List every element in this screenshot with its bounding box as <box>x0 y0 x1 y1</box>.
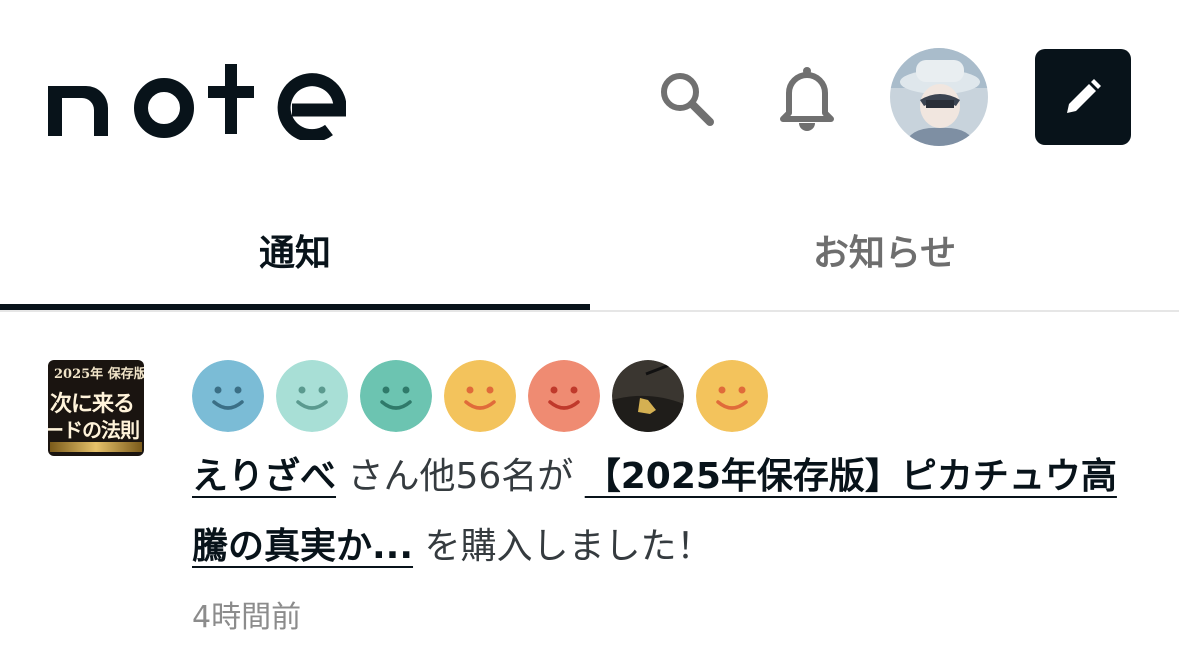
message-middle-text: さん他56名が <box>336 456 585 497</box>
tab-announcements-label: お知らせ <box>812 233 957 274</box>
thumbnail-band <box>50 442 142 452</box>
notification-timestamp: 4時間前 <box>192 600 302 635</box>
reactor-avatar[interactable] <box>276 360 348 432</box>
search-icon <box>661 73 714 126</box>
user-avatar[interactable] <box>890 48 988 146</box>
message-end-text: を購入しました！ <box>413 526 713 567</box>
notification-button[interactable] <box>774 62 840 134</box>
notification-item[interactable]: 2025年 保存版 次に来る ードの法則 えりざべ さん他56名が 【2025年… <box>0 312 1179 671</box>
pencil-icon <box>1067 79 1101 113</box>
search-button[interactable] <box>652 64 720 132</box>
reactor-avatar[interactable] <box>612 360 684 432</box>
post-button[interactable] <box>1035 49 1131 145</box>
reactor-avatar[interactable] <box>360 360 432 432</box>
tab-notifications-label: 通知 <box>258 233 331 274</box>
active-tab-indicator <box>0 304 590 310</box>
thumbnail-text-3: ードの法則 <box>48 418 140 442</box>
reactor-avatar[interactable] <box>696 360 768 432</box>
notification-tabs: 通知 お知らせ <box>0 190 1179 312</box>
notification-message: えりざべ さん他56名が 【2025年保存版】ピカチュウ高騰の真実か... を購… <box>192 442 1142 582</box>
reactor-avatar[interactable] <box>528 360 600 432</box>
reactor-avatar[interactable] <box>444 360 516 432</box>
tab-announcements[interactable]: お知らせ <box>590 190 1179 310</box>
avatar-image <box>890 48 988 146</box>
bell-icon <box>780 67 834 131</box>
reactor-avatar[interactable] <box>192 360 264 432</box>
tab-notifications[interactable]: 通知 <box>0 190 590 310</box>
reactor-avatars <box>192 360 768 434</box>
thumbnail-text-1: 2025年 保存版 <box>54 367 144 382</box>
note-logo[interactable] <box>46 58 346 140</box>
article-thumbnail[interactable]: 2025年 保存版 次に来る ードの法則 <box>48 360 144 456</box>
top-header <box>0 0 1179 190</box>
user-name-link[interactable]: えりざべ <box>192 456 336 497</box>
